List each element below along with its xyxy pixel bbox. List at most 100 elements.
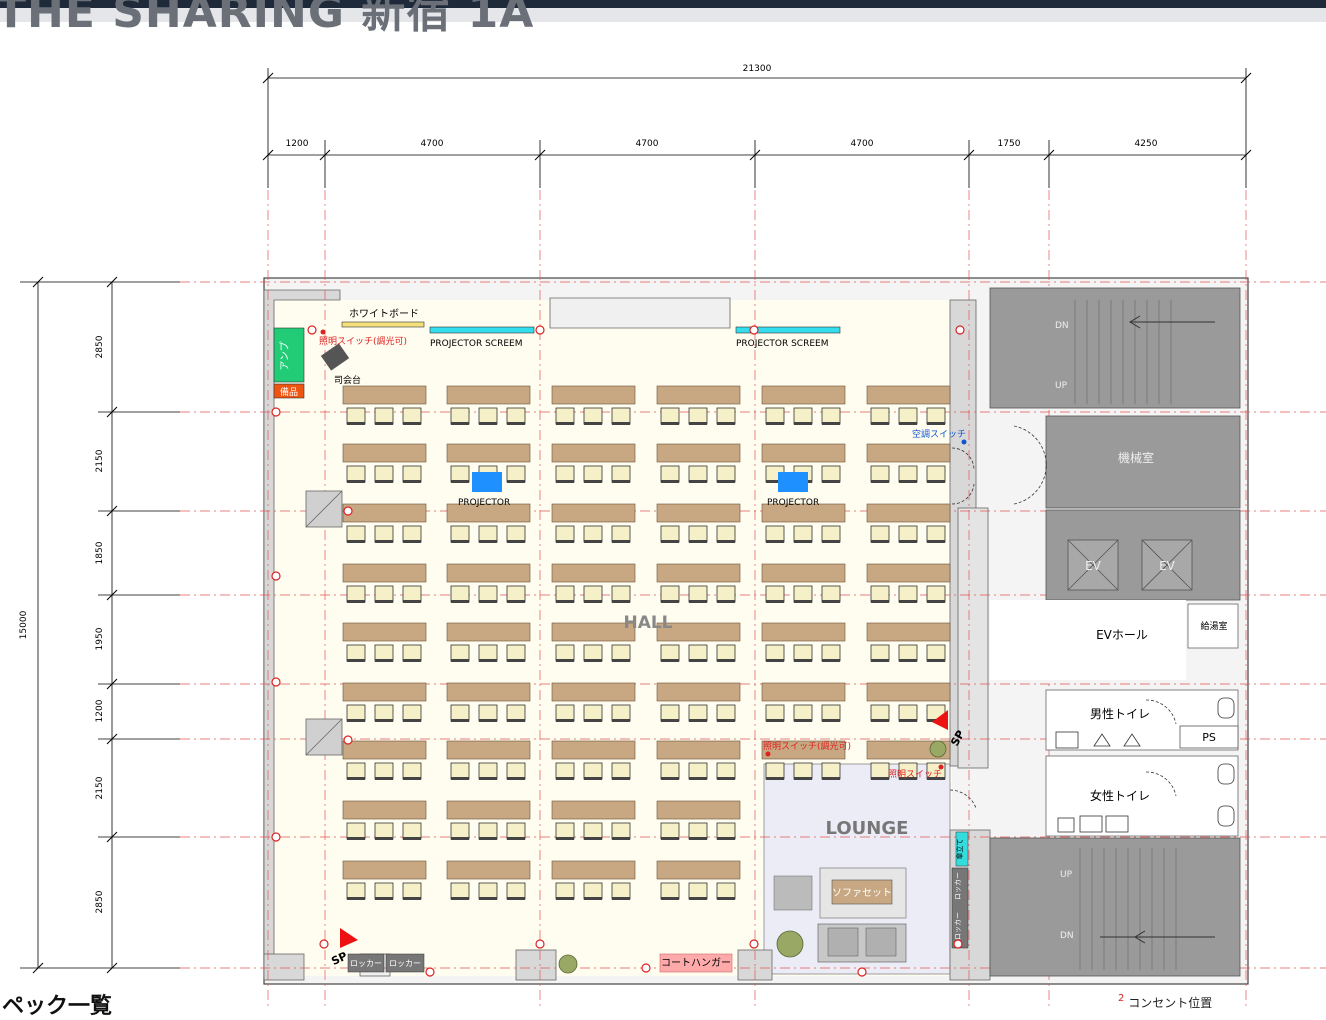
chair bbox=[926, 585, 946, 603]
outlet-icon bbox=[955, 325, 965, 335]
chair-back bbox=[375, 659, 393, 662]
outlet-count: 2 bbox=[1118, 993, 1125, 1004]
chair-back bbox=[556, 540, 574, 543]
chair-back bbox=[507, 897, 525, 900]
chair-back bbox=[822, 540, 840, 543]
chair bbox=[716, 762, 736, 780]
chair-back bbox=[871, 659, 889, 662]
chair bbox=[765, 762, 785, 780]
chair-back bbox=[375, 719, 393, 722]
top-dimensions bbox=[262, 68, 1252, 188]
chair-back bbox=[871, 777, 889, 780]
chair bbox=[402, 882, 422, 900]
chair bbox=[506, 882, 526, 900]
chair-back bbox=[403, 897, 421, 900]
chair-back bbox=[822, 777, 840, 780]
chair-back bbox=[717, 540, 735, 543]
chair-back bbox=[479, 837, 497, 840]
chair bbox=[821, 525, 841, 543]
chair bbox=[450, 644, 470, 662]
chair-back bbox=[451, 422, 469, 425]
chair bbox=[583, 525, 603, 543]
chair-back bbox=[507, 777, 525, 780]
desk bbox=[551, 563, 636, 583]
chair bbox=[688, 585, 708, 603]
desk bbox=[656, 860, 741, 880]
chair bbox=[555, 882, 575, 900]
chair bbox=[450, 822, 470, 840]
outlet-icon bbox=[319, 939, 329, 949]
chair-back bbox=[451, 777, 469, 780]
chair-back bbox=[584, 719, 602, 722]
dim-top-total: 21300 bbox=[743, 64, 772, 74]
chair bbox=[870, 762, 890, 780]
chair bbox=[611, 882, 631, 900]
machine-room-label: 機械室 bbox=[1118, 450, 1154, 465]
chair-back bbox=[899, 540, 917, 543]
chair bbox=[346, 822, 366, 840]
chair bbox=[450, 762, 470, 780]
chair bbox=[898, 644, 918, 662]
chair bbox=[478, 822, 498, 840]
desk bbox=[551, 860, 636, 880]
chair bbox=[821, 704, 841, 722]
chair bbox=[926, 465, 946, 483]
desk bbox=[342, 800, 427, 820]
desk bbox=[761, 385, 846, 405]
dim-top-seg-3: 4700 bbox=[636, 139, 659, 149]
chair-back bbox=[556, 600, 574, 603]
chair-back bbox=[451, 540, 469, 543]
chair-back bbox=[403, 659, 421, 662]
podium-label: 司会台 bbox=[334, 374, 361, 386]
chair bbox=[611, 822, 631, 840]
chair-back bbox=[556, 422, 574, 425]
chair-back bbox=[822, 600, 840, 603]
chair bbox=[346, 762, 366, 780]
chair bbox=[765, 525, 785, 543]
chair-back bbox=[689, 480, 707, 483]
chair bbox=[870, 585, 890, 603]
desk bbox=[551, 443, 636, 463]
chair bbox=[374, 762, 394, 780]
chair bbox=[402, 704, 422, 722]
chair-back bbox=[766, 540, 784, 543]
projector-screen-1-label: PROJECTOR SCREEM bbox=[430, 339, 522, 349]
chair bbox=[660, 585, 680, 603]
stair-north-dn: DN bbox=[1055, 321, 1069, 331]
chair-back bbox=[766, 719, 784, 722]
chair-back bbox=[479, 422, 497, 425]
chair-back bbox=[927, 540, 945, 543]
chair bbox=[660, 525, 680, 543]
desk bbox=[342, 563, 427, 583]
chair-back bbox=[451, 600, 469, 603]
chair-back bbox=[766, 777, 784, 780]
dim-left-seg-3: 1850 bbox=[95, 541, 105, 564]
chair-back bbox=[661, 480, 679, 483]
chair bbox=[765, 644, 785, 662]
chair-back bbox=[612, 540, 630, 543]
dim-top-seg-2: 4700 bbox=[421, 139, 444, 149]
chair bbox=[583, 762, 603, 780]
chair-back bbox=[689, 719, 707, 722]
chair-back bbox=[794, 719, 812, 722]
outlet-icon bbox=[271, 832, 281, 842]
desk bbox=[446, 443, 531, 463]
chair bbox=[478, 407, 498, 425]
outlet-label: コンセント位置 bbox=[1128, 996, 1213, 1010]
chair-back bbox=[927, 422, 945, 425]
chair-back bbox=[822, 659, 840, 662]
stair-south-up: UP bbox=[1060, 870, 1073, 880]
chair-back bbox=[403, 777, 421, 780]
desk bbox=[446, 563, 531, 583]
chair bbox=[450, 407, 470, 425]
chair-back bbox=[507, 600, 525, 603]
desk bbox=[761, 563, 846, 583]
desk bbox=[761, 443, 846, 463]
ev-1-label: EV bbox=[1085, 559, 1102, 573]
ac-switch-dot bbox=[961, 439, 967, 445]
chair-back bbox=[584, 600, 602, 603]
chair-back bbox=[661, 540, 679, 543]
desk bbox=[761, 682, 846, 702]
chair bbox=[374, 882, 394, 900]
chair-back bbox=[612, 837, 630, 840]
